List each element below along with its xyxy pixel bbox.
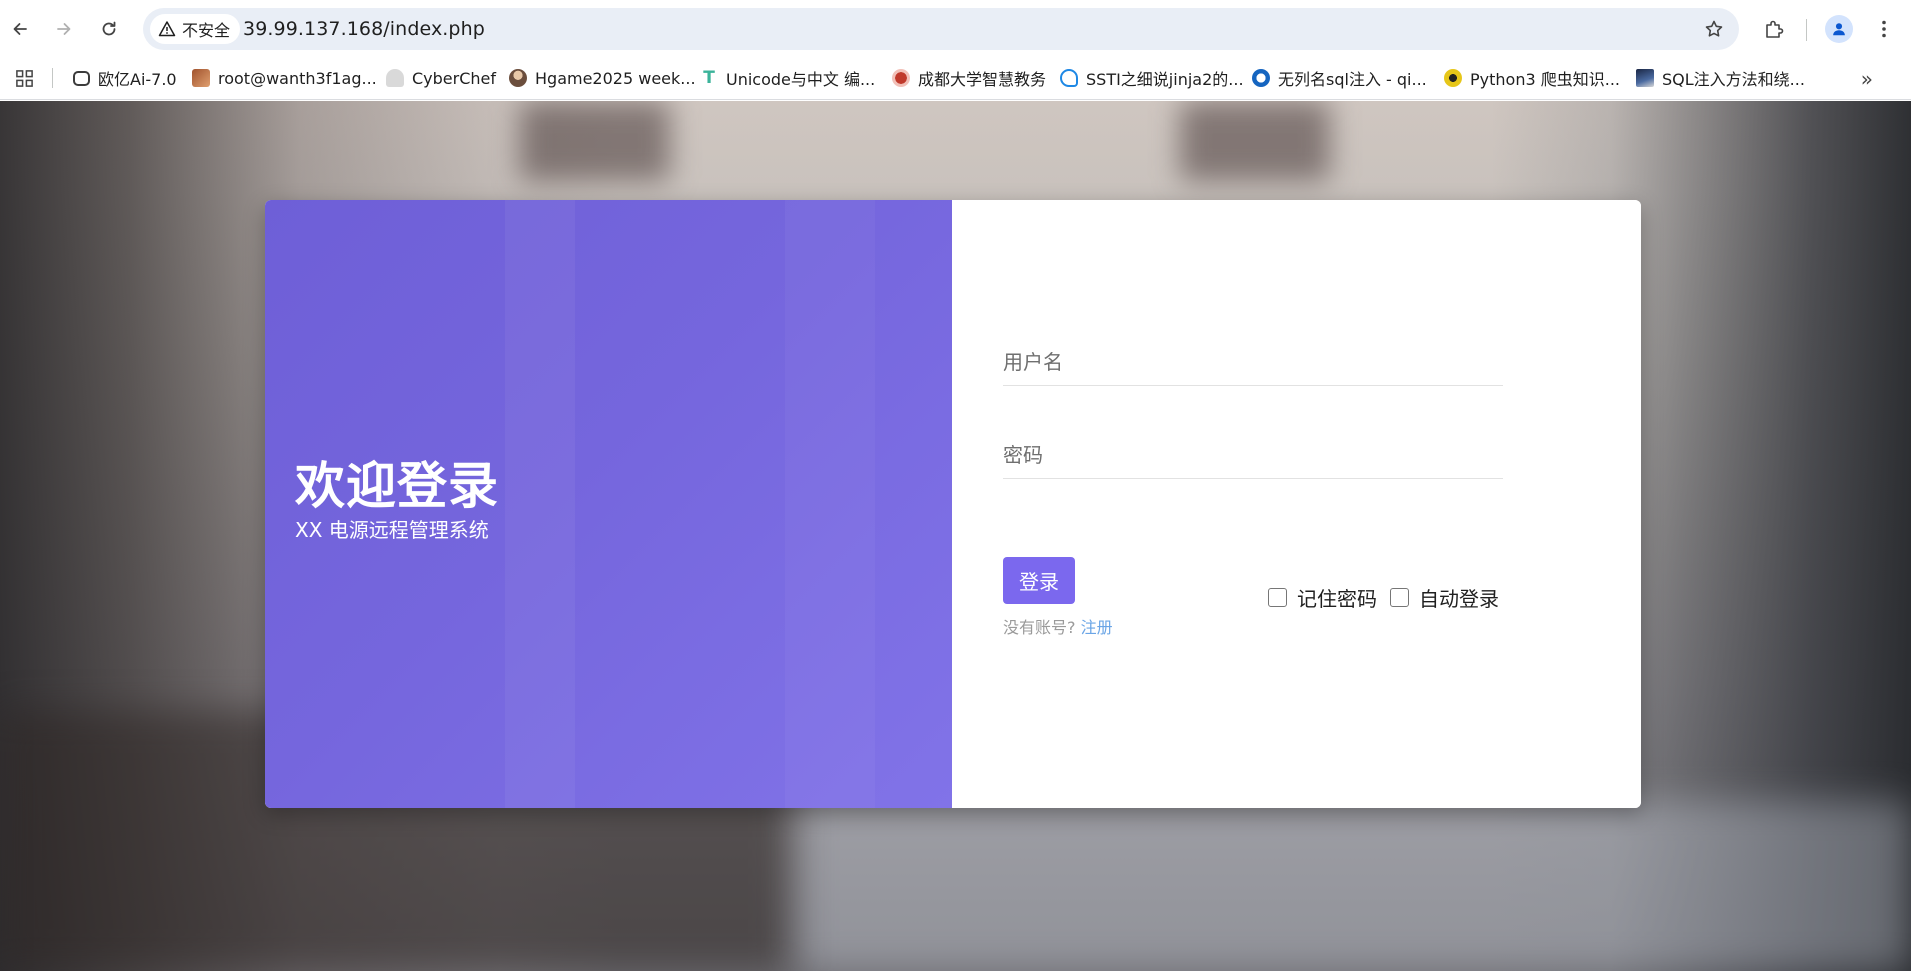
page-background: 欢迎登录 XX 电源远程管理系统 登录 没有账号? 注册 记住密码 自动登录 [0, 101, 1911, 971]
system-subtitle: XX 电源远程管理系统 [295, 518, 489, 542]
login-card: 欢迎登录 XX 电源远程管理系统 登录 没有账号? 注册 记住密码 自动登录 [265, 200, 1641, 808]
profile-button[interactable] [1822, 12, 1856, 46]
reload-button[interactable] [92, 12, 126, 46]
bookmark-item[interactable]: CyberChef [386, 65, 496, 91]
blue-circle-icon [1252, 69, 1270, 87]
register-link[interactable]: 注册 [1081, 618, 1113, 637]
welcome-title: 欢迎登录 [295, 457, 499, 515]
bookmark-label: SSTI之细说jinja2的... [1086, 70, 1244, 89]
login-button[interactable]: 登录 [1003, 557, 1075, 604]
bookmark-item[interactable]: 成都大学智慧教务 [892, 65, 1046, 91]
security-chip[interactable]: 不安全 [150, 14, 241, 44]
bookmark-item[interactable]: SQL注入方法和绕... [1636, 65, 1805, 91]
bookmark-label: CyberChef [412, 68, 497, 88]
apps-grid-icon [15, 69, 33, 87]
bookmarks-separator [52, 68, 53, 88]
remember-password-checkbox[interactable]: 记住密码 [1268, 583, 1377, 612]
reload-icon [102, 21, 116, 36]
extensions-button[interactable] [1757, 12, 1791, 46]
forward-button[interactable] [47, 12, 81, 46]
auto-login-checkbox[interactable]: 自动登录 [1390, 583, 1499, 612]
bookmark-label: 无列名sql注入 - qi... [1278, 70, 1427, 89]
password-field [1003, 431, 1503, 479]
welcome-panel: 欢迎登录 XX 电源远程管理系统 [265, 200, 952, 808]
toolbar-divider [1806, 19, 1807, 41]
warning-triangle-icon [158, 21, 176, 37]
bookmark-item[interactable]: T Unicode与中文 编... [700, 65, 875, 91]
chat-bubble-icon [73, 70, 90, 86]
biohazard-icon [1444, 69, 1462, 87]
bookmark-star-button[interactable] [1701, 16, 1727, 42]
chef-hat-icon [386, 69, 404, 87]
bg-shape [520, 101, 670, 181]
bookmark-item[interactable]: Python3 爬虫知识... [1444, 65, 1620, 91]
address-bar[interactable]: 不安全 39.99.137.168/index.php [143, 8, 1739, 50]
bookmark-label: 欧亿Ai-7.0 [98, 70, 177, 89]
remember-password-label: 记住密码 [1297, 587, 1377, 611]
puzzle-icon [1766, 20, 1784, 38]
wifi-shield-icon [1060, 69, 1078, 87]
browser-menu-button[interactable] [1867, 12, 1901, 46]
bookmark-item[interactable]: root@wanth3f1ag... [192, 65, 377, 91]
panel-stripe [785, 200, 875, 808]
bookmark-label: root@wanth3f1ag... [218, 68, 377, 88]
star-icon [1705, 20, 1723, 37]
profile-avatar-icon [1825, 15, 1853, 43]
bookmark-item[interactable]: 无列名sql注入 - qi... [1252, 65, 1427, 91]
bg-shape [1180, 101, 1330, 181]
bookmark-label: Hgame2025 week... [535, 68, 696, 88]
bookmark-label: 成都大学智慧教务 [918, 70, 1047, 89]
login-form-panel: 登录 没有账号? 注册 记住密码 自动登录 [952, 200, 1641, 808]
no-account-text: 没有账号? [1003, 618, 1076, 637]
apps-grid-button[interactable] [12, 66, 36, 90]
bg-shape [800, 801, 1911, 971]
kebab-menu-icon [1882, 20, 1886, 38]
teal-t-icon: T [703, 68, 715, 88]
avatar-photo-icon [192, 69, 210, 87]
username-field [1003, 338, 1503, 386]
arrow-right-icon [57, 23, 71, 35]
auto-login-label: 自动登录 [1419, 587, 1499, 611]
bookmark-item[interactable]: SSTI之细说jinja2的... [1060, 65, 1244, 91]
bookmark-label: SQL注入方法和绕... [1662, 70, 1805, 89]
bookmark-label: Unicode与中文 编... [726, 70, 876, 89]
back-button[interactable] [3, 12, 37, 46]
url-text[interactable]: 39.99.137.168/index.php [243, 18, 485, 40]
register-row: 没有账号? 注册 [1003, 614, 1113, 638]
security-label: 不安全 [182, 21, 231, 40]
bookmark-label: Python3 爬虫知识... [1470, 70, 1620, 89]
browser-toolbar: 不安全 39.99.137.168/index.php [0, 0, 1911, 57]
university-seal-icon [892, 69, 910, 87]
photo-thumb-icon [1636, 69, 1654, 87]
bookmarks-bar: 欧亿Ai-7.0 root@wanth3f1ag... CyberChef Hg… [0, 57, 1911, 100]
password-input[interactable] [1003, 431, 1503, 478]
person-avatar-icon [509, 69, 527, 87]
username-input[interactable] [1003, 338, 1503, 385]
bookmark-item[interactable]: 欧亿Ai-7.0 [73, 65, 177, 91]
bookmarks-overflow-chevron-icon[interactable]: » [1861, 67, 1873, 91]
arrow-left-icon [13, 23, 27, 35]
checkbox-box[interactable] [1268, 588, 1287, 607]
checkbox-box[interactable] [1390, 588, 1409, 607]
panel-stripe [505, 200, 575, 808]
bookmark-item[interactable]: Hgame2025 week... [509, 65, 696, 91]
